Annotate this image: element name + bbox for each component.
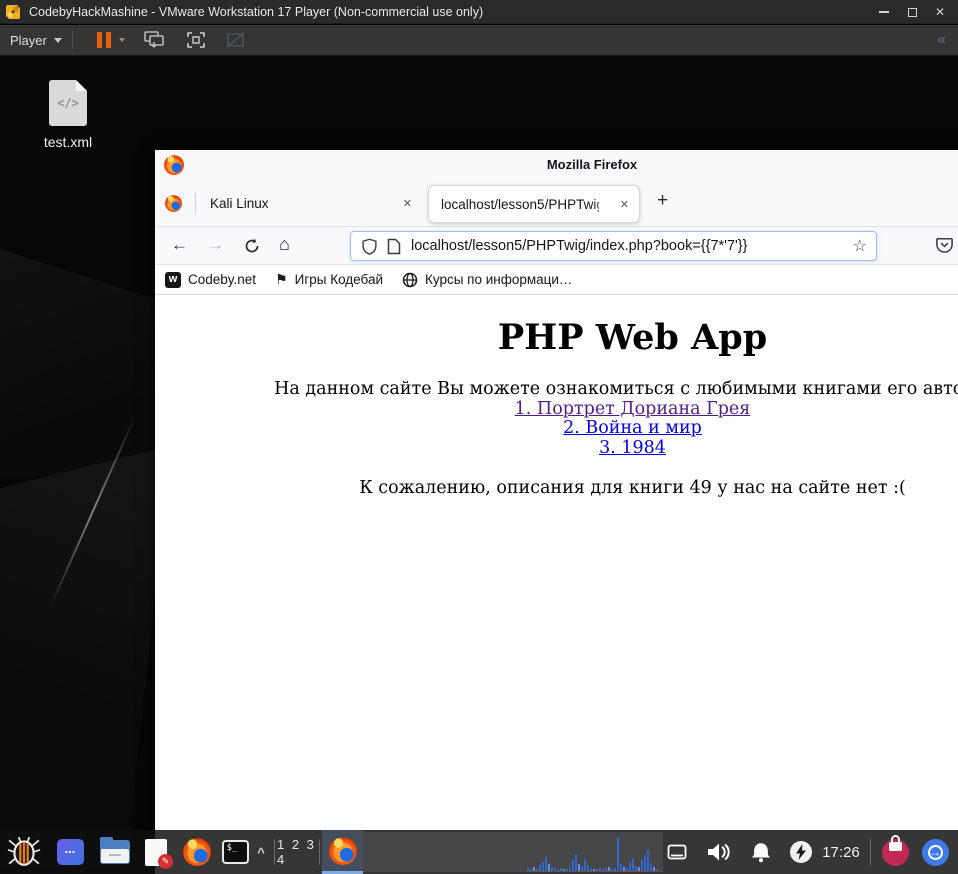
firefox-logo-icon <box>328 836 357 865</box>
app-window-icon: ... <box>56 839 84 865</box>
taskbar-firefox-active-button[interactable] <box>322 830 363 874</box>
fullscreen-icon[interactable] <box>185 30 207 50</box>
power-manager-icon[interactable] <box>786 830 816 874</box>
firefox-logo-icon <box>164 155 184 175</box>
pocket-icon[interactable] <box>935 235 954 254</box>
desktop-file-testxml[interactable]: </> test.xml <box>38 80 98 150</box>
vm-desktop: </> test.xml Mozilla Firefox Kali Linux … <box>0 56 958 874</box>
vmware-player-logo-icon <box>5 3 21 20</box>
tab-localhost-active[interactable]: localhost/lesson5/PHPTwig/i ✕ <box>428 185 640 223</box>
web-page-content: PHP Web App На данном сайте Вы можете оз… <box>155 295 958 874</box>
systray-display-icon[interactable] <box>662 830 692 874</box>
vmware-player-window: CodebyHackMashine - VMware Workstation 1… <box>0 0 958 874</box>
maximize-button[interactable] <box>898 0 926 24</box>
vm-window-title: CodebyHackMashine - VMware Workstation 1… <box>29 4 484 19</box>
book-link-3[interactable]: 3. 1984 <box>599 438 666 458</box>
close-button[interactable]: ✕ <box>926 0 954 24</box>
bookmarks-toolbar: w Codeby.net ⚑ Игры Кодебай Курсы по инф… <box>155 265 958 295</box>
bookmark-star-icon[interactable]: ☆ <box>853 236 867 256</box>
lock-icon <box>881 835 909 866</box>
bookmark-igry-codebay[interactable]: ⚑ Игры Кодебай <box>275 271 383 288</box>
reload-icon[interactable] <box>243 237 261 255</box>
file-manager-button[interactable] <box>98 830 132 874</box>
home-icon[interactable]: ⌂ <box>279 234 290 255</box>
firefox-window: Mozilla Firefox Kali Linux ✕ localhost/l… <box>155 150 958 874</box>
logout-button[interactable]: → <box>917 830 953 874</box>
text-editor-button[interactable]: ✎ <box>141 830 173 874</box>
network-activity-graph <box>527 835 662 872</box>
back-icon[interactable]: ← <box>171 235 188 255</box>
firefox-window-title: Mozilla Firefox <box>546 157 638 172</box>
collapse-toolbar-icon[interactable]: « <box>937 30 946 50</box>
taskbar-separator <box>274 839 275 865</box>
bookmark-codeby[interactable]: w Codeby.net <box>165 271 256 288</box>
wallpaper-shape <box>0 446 171 866</box>
workspace-switcher[interactable]: 1 2 3 4 <box>277 830 319 874</box>
taskbar-separator <box>870 839 871 865</box>
volume-icon[interactable] <box>700 830 738 874</box>
player-menu-caret-icon <box>53 37 62 43</box>
forward-icon: → <box>207 235 224 254</box>
document-icon: ✎ <box>145 838 173 869</box>
codeby-favicon: w <box>165 271 181 288</box>
firefox-navbar: ← → ⌂ localhost/lesson5/PHPTwig/index.ph… <box>155 227 958 265</box>
vmware-titlebar: CodebyHackMashine - VMware Workstation 1… <box>0 0 958 24</box>
minimize-button[interactable] <box>870 0 898 24</box>
url-text[interactable]: localhost/lesson5/PHPTwig/index.php?book… <box>411 238 747 254</box>
tracking-shield-icon[interactable] <box>361 237 378 256</box>
tab-favicon-firefox <box>165 195 182 212</box>
terminal-launcher-button[interactable]: $_ <box>219 830 251 874</box>
taskbar-separator <box>319 839 320 865</box>
suspend-menu-caret-icon[interactable] <box>118 38 125 42</box>
lock-screen-button[interactable] <box>877 830 913 874</box>
chevron-up-icon[interactable]: ^ <box>252 830 270 874</box>
url-bar[interactable]: localhost/lesson5/PHPTwig/index.php?book… <box>350 231 877 261</box>
tab-close-icon[interactable]: ✕ <box>620 198 629 211</box>
notifications-bell-icon[interactable] <box>744 830 778 874</box>
book-link-2[interactable]: 2. Война и мир <box>563 418 702 438</box>
app-launcher-button[interactable]: ... <box>54 830 86 874</box>
vmware-toolbar: Player « <box>0 25 958 56</box>
unity-mode-disabled-icon <box>226 32 245 48</box>
kali-taskbar: ... ✎ $_ ^ 1 2 3 4 17:26 → <box>0 830 958 874</box>
tab-kali-linux[interactable]: Kali Linux ✕ <box>196 184 426 223</box>
send-ctrl-alt-del-icon[interactable] <box>143 30 167 50</box>
firefox-titlebar[interactable]: Mozilla Firefox <box>155 150 958 180</box>
page-info-icon[interactable] <box>387 238 401 255</box>
logout-arrow-icon: → <box>921 838 949 866</box>
toolbar-separator <box>71 31 73 49</box>
folder-icon <box>100 837 130 864</box>
pencil-icon: ✎ <box>158 853 173 869</box>
firefox-logo-icon <box>183 838 211 866</box>
page-title: PHP Web App <box>497 317 768 358</box>
page-message: К сожалению, описания для книги 49 у нас… <box>359 478 906 498</box>
firefox-tab-strip: Kali Linux ✕ localhost/lesson5/PHPTwig/i… <box>155 180 958 227</box>
firefox-launcher-button[interactable] <box>179 830 215 874</box>
clock[interactable]: 17:26 <box>820 830 862 874</box>
page-intro-text: На данном сайте Вы можете ознакомиться с… <box>274 379 958 399</box>
new-tab-button[interactable]: + <box>657 190 668 212</box>
desktop-file-label: test.xml <box>43 134 93 150</box>
terminal-icon: $_ <box>221 840 249 864</box>
suspend-vm-button[interactable] <box>96 32 111 48</box>
player-menu-button[interactable]: Player <box>10 33 62 48</box>
applications-menu-button[interactable] <box>2 830 46 874</box>
bookmark-kursy[interactable]: Курсы по информаци… <box>402 272 572 288</box>
kali-bug-icon <box>7 836 41 866</box>
flag-favicon: ⚑ <box>275 271 288 287</box>
book-link-1[interactable]: 1. Портрет Дориана Грея <box>515 399 751 419</box>
globe-favicon <box>402 272 418 287</box>
tab-close-icon[interactable]: ✕ <box>403 197 412 210</box>
xml-file-icon: </> <box>49 80 87 126</box>
